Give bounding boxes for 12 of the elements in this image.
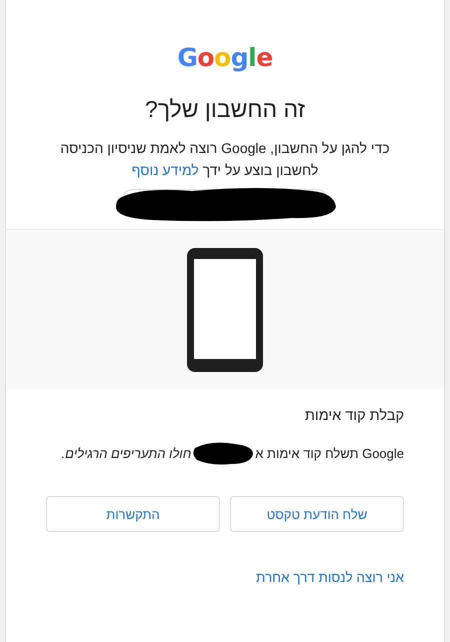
learn-more-link[interactable]: למידע נוסף [132,162,199,178]
phone-icon [186,247,264,373]
sms-info-text: חולו התעריפים הרגילים. [62,446,192,460]
call-button[interactable]: התקשרות [46,496,220,532]
redaction-scribble [191,440,256,466]
description-text: כדי להגן על החשבון, Google רוצה לאמת שניסיון הכניסה לחשבון בוצע על ידך למידע נוסף [60,139,390,180]
send-text-button[interactable]: שלח הודעת טקסט [230,496,404,532]
sms-info-text: Google תשלח קוד אימות א [255,446,404,460]
logo: Google [177,43,273,72]
try-another-way-link[interactable]: אני רוצה לנסות דרך אחרת [256,570,404,585]
option-heading: קבלת קוד אימות [304,408,404,424]
page-title: זה החשבון שלך? [144,96,306,123]
